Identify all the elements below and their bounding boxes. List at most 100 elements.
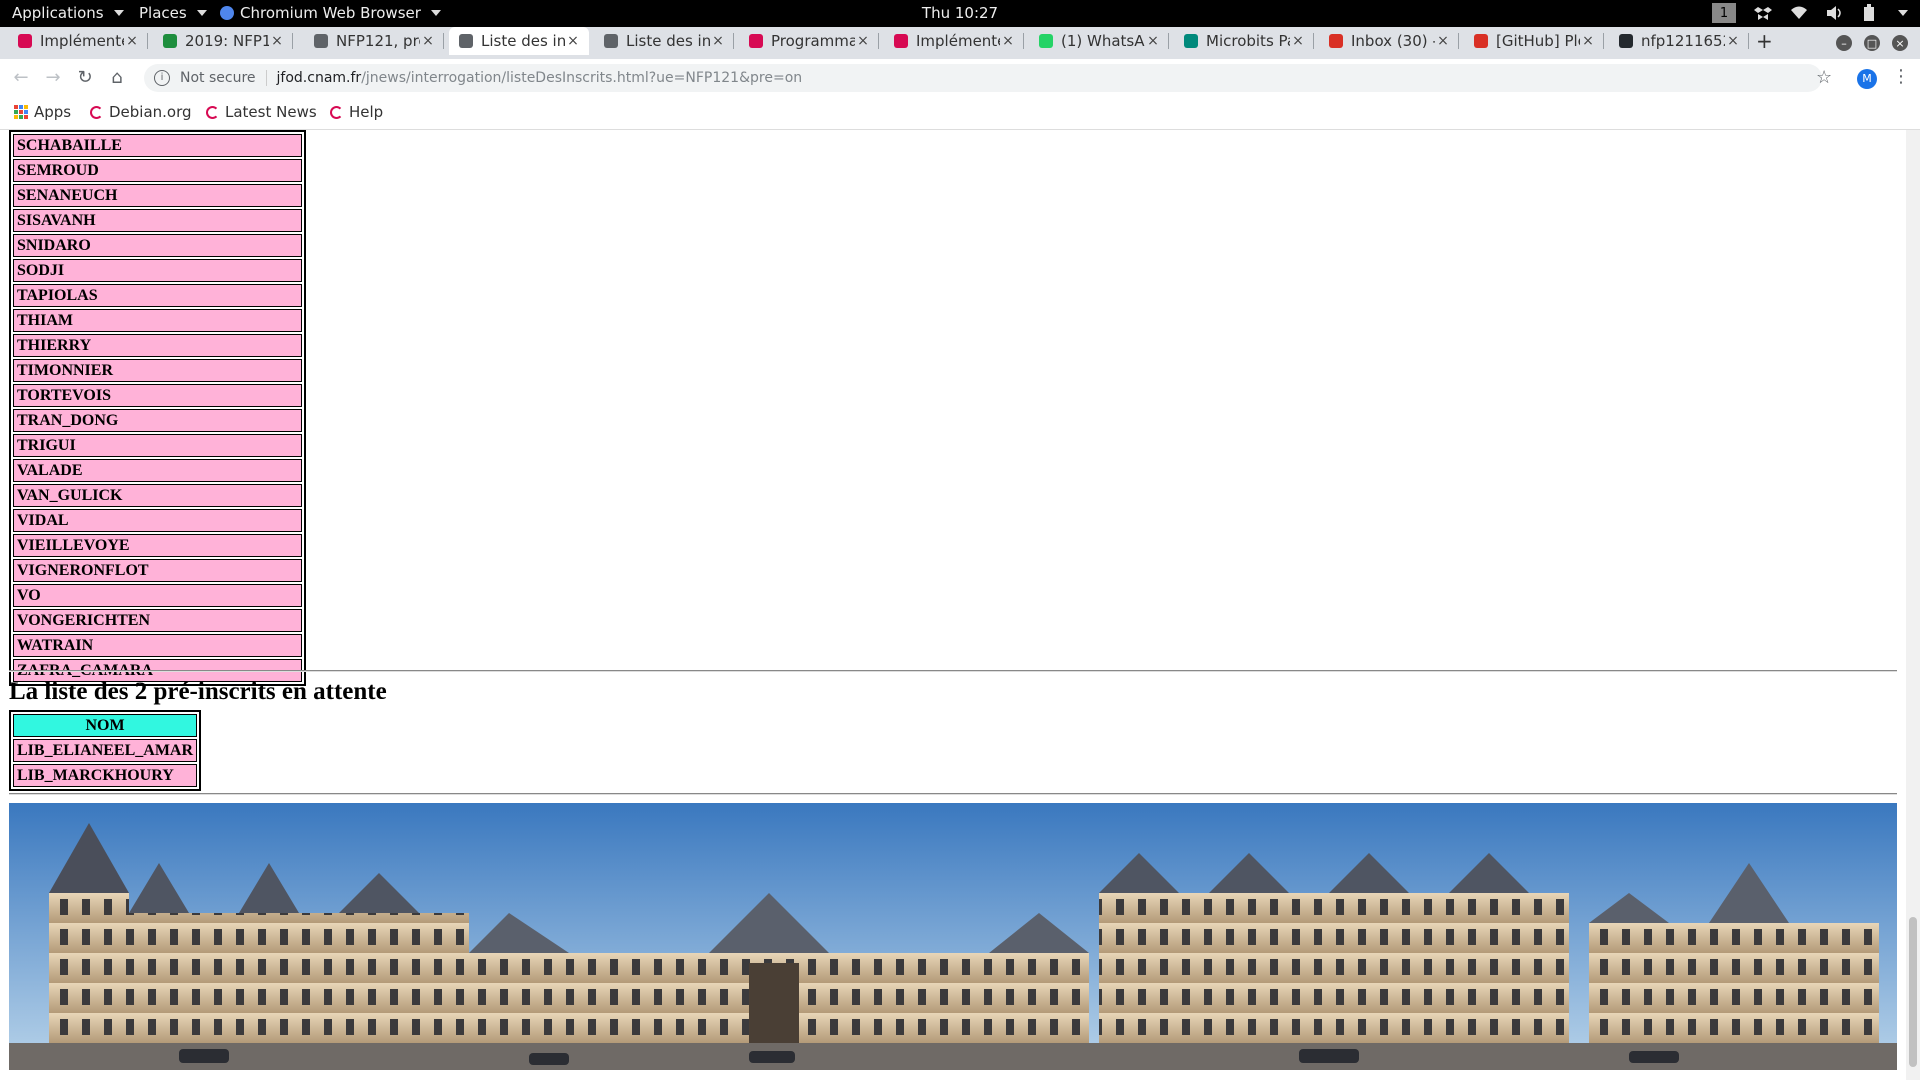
close-tab-icon[interactable]: × [1580,33,1596,49]
tab-separator [443,33,444,49]
table-row: THIERRY [13,334,302,357]
scrollbar-thumb[interactable] [1909,917,1917,1067]
table-row: VIGNERONFLOT [13,559,302,582]
reload-icon[interactable]: ↻ [74,67,96,89]
tab[interactable]: Inbox (30) - × [1319,27,1459,55]
github-icon [1619,34,1633,48]
dropbox-icon [1754,7,1772,20]
table-row: SODJI [13,259,302,282]
close-tab-icon[interactable]: × [1000,33,1016,49]
tab[interactable]: (1) WhatsAp × [1029,27,1169,55]
tab[interactable]: 2019: NFP1. × [153,27,293,55]
clock[interactable]: Thu 10:27 [0,4,1920,22]
tab-title: Programma [771,32,855,50]
battery-icon [1864,4,1874,21]
name-cell: WATRAIN [13,634,302,657]
document-icon [604,34,618,48]
pending-heading: La liste des 2 pré-inscrits en attente [9,678,387,705]
avatar[interactable]: M [1857,69,1877,89]
name-cell: TRIGUI [13,434,302,457]
bookmarks-bar: Apps Debian.org Latest News Help [0,97,1920,130]
close-tab-icon[interactable]: × [124,33,140,49]
close-tab-icon[interactable]: × [710,33,726,49]
tab-separator [1168,33,1169,49]
tab[interactable]: Microbits Pa × [1174,27,1314,55]
tab-separator [1313,33,1314,49]
security-label: Not secure [180,70,256,86]
cnam-icon [749,34,763,48]
tab-separator [733,33,734,49]
bookmark-help[interactable]: Help [330,103,383,121]
bookmark-star-icon[interactable]: ☆ [1816,67,1832,88]
tab[interactable]: Liste des ins × [449,27,589,55]
name-cell: VAN_GULICK [13,484,302,507]
tab[interactable]: nfp1211652 × [1609,27,1749,55]
close-tab-icon[interactable]: × [1435,33,1451,49]
bookmark-label: Debian.org [109,103,192,121]
tab-title: NFP121, pre [336,32,420,50]
table-row: VO [13,584,302,607]
tab-separator [292,33,293,49]
name-cell: TAPIOLAS [13,284,302,307]
url-host: jfod.cnam.fr [276,70,362,86]
table-row: SEMROUD [13,159,302,182]
divider [265,70,267,86]
forward-icon[interactable]: → [42,67,64,89]
name-cell: SEMROUD [13,159,302,182]
table-row: TORTEVOIS [13,384,302,407]
tab-separator [147,33,148,49]
close-tab-icon[interactable]: × [1290,33,1306,49]
maximize-icon[interactable]: □ [1864,35,1880,51]
classroom-icon [163,34,177,48]
volume-icon [1827,6,1841,20]
document-icon [459,34,473,48]
pending-table: NOM LIB_ELIANEEL_AMAR LIB_MARCKHOURY [9,710,202,791]
close-tab-icon[interactable]: × [855,33,871,49]
tab-separator [1748,33,1749,49]
table-row: SNIDARO [13,234,302,257]
tab-separator [1023,33,1024,49]
close-tab-icon[interactable]: × [420,33,436,49]
bookmark-label: Help [349,103,384,121]
table-row: TAPIOLAS [13,284,302,307]
tab[interactable]: Implémente × [884,27,1024,55]
bookmark-apps[interactable]: Apps [14,103,71,121]
close-window-icon[interactable]: × [1892,35,1908,51]
back-icon[interactable]: ← [10,67,32,89]
address-bar[interactable]: i Not secure jfod.cnam.fr/jnews/interrog… [144,64,1822,92]
table-row: VIEILLEVOYE [13,534,302,557]
tab[interactable]: Liste des ins × [594,27,734,55]
tab-title: Implémente [916,32,1000,50]
table-row: LIB_MARCKHOURY [13,764,198,787]
tab[interactable]: [GitHub] Ple × [1464,27,1604,55]
name-cell: SCHABAILLE [13,134,302,157]
bookmark-latest-news[interactable]: Latest News [206,103,317,121]
table-row: TRAN_DONG [13,409,302,432]
close-tab-icon[interactable]: × [565,33,581,49]
close-tab-icon[interactable]: × [1725,33,1741,49]
workspace-indicator[interactable]: 1 [1712,3,1736,23]
vertical-scrollbar[interactable] [1906,130,1920,1080]
tab-title: Liste des ins [481,32,565,50]
table-row: SENANEUCH [13,184,302,207]
name-cell: VIEILLEVOYE [13,534,302,557]
tab[interactable]: Implémente × [8,27,148,55]
new-tab-icon[interactable]: + [1756,27,1773,55]
name-cell: THIERRY [13,334,302,357]
close-tab-icon[interactable]: × [269,33,285,49]
debian-icon [330,105,343,119]
tab[interactable]: Programma × [739,27,879,55]
system-tray[interactable]: 1 [1712,3,1908,23]
tab[interactable]: NFP121, pre × [304,27,444,55]
close-tab-icon[interactable]: × [1145,33,1161,49]
menu-icon[interactable]: ⋮ [1892,66,1910,87]
browser-toolbar: ← → ↻ ⌂ i Not secure jfod.cnam.fr/jnews/… [0,59,1920,97]
home-icon[interactable]: ⌂ [106,67,128,89]
tab-title: Implémente [40,32,124,50]
name-cell: SISAVANH [13,209,302,232]
name-cell: THIAM [13,309,302,332]
bookmark-debian[interactable]: Debian.org [90,103,192,121]
info-icon[interactable]: i [154,70,170,86]
system-top-bar: Applications Places Chromium Web Browser… [0,0,1920,27]
minimize-icon[interactable]: – [1836,35,1852,51]
